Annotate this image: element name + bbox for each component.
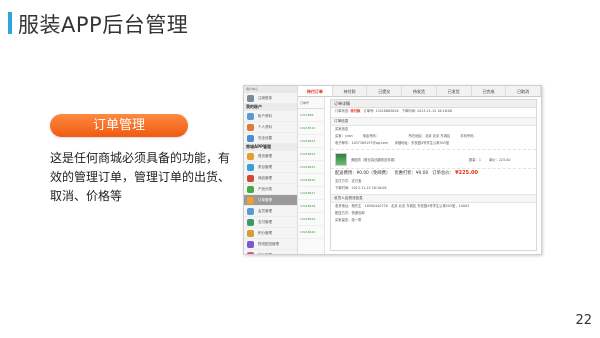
order-management-pill: 订单管理 bbox=[50, 114, 188, 137]
sidebar-item[interactable]: 帐户资料 bbox=[244, 111, 297, 122]
sidebar-item-label: 统计报表 bbox=[258, 252, 272, 255]
product-name: 美图衣（蕾丝真丝翻领连衣裙） bbox=[351, 157, 398, 162]
sidebar-item[interactable]: 商品管理 bbox=[244, 173, 297, 184]
receiver-line: 收货地址：杨先生 18500440778 北京 北京 东城区 东校园4号学生公寓… bbox=[335, 204, 470, 208]
order-status-line: 订单状态: 待付款 订单号: 13218863826 下单时间: 2013-11… bbox=[335, 109, 453, 113]
sidebar-item-label: 注销登录 bbox=[258, 95, 272, 100]
buyer-line: 买家：yxsh 电话号码： 所在地区：北京 北京 东城区 手机号码： bbox=[335, 134, 477, 138]
sidebar-item[interactable]: 产品分类 bbox=[244, 184, 297, 195]
order-row[interactable]: 1311868 bbox=[298, 109, 324, 122]
sidebar-item-label: 支付管理 bbox=[258, 219, 272, 224]
user-icon bbox=[247, 112, 254, 120]
sidebar-item-label: 我的账户 bbox=[246, 104, 262, 109]
avatar-icon bbox=[247, 94, 254, 102]
page-number: 22 bbox=[575, 313, 592, 328]
tab-1[interactable]: 待付款 bbox=[333, 86, 368, 96]
payment-line: 支付方式：支付宝 bbox=[335, 179, 362, 183]
product-thumbnail bbox=[335, 152, 347, 166]
sidebar-item-label: 安全设置 bbox=[258, 135, 272, 140]
order-total: ¥225.00 bbox=[455, 170, 478, 176]
order-row[interactable]: 13218617 bbox=[298, 187, 324, 200]
description: 这是任何商城必须具备的功能，有 效的管理订单，管理订单的出货、 取消、价格等 bbox=[50, 149, 235, 206]
sidebar-item-label: 商品管理 bbox=[258, 175, 272, 180]
tab-0[interactable]: 待付订单 bbox=[298, 86, 333, 96]
tab-6[interactable]: 已取消 bbox=[506, 86, 541, 96]
tag-icon bbox=[247, 185, 254, 193]
lock-icon bbox=[247, 134, 254, 142]
order-detail-title: 订单详情 bbox=[331, 100, 536, 108]
member-icon bbox=[247, 207, 254, 215]
sidebar-item[interactable]: 统计报表 bbox=[244, 250, 297, 255]
profile-icon bbox=[247, 123, 254, 131]
sidebar-item-label: 类目管理 bbox=[258, 164, 272, 169]
sidebar-item[interactable]: 注销登录 bbox=[244, 93, 297, 104]
sidebar-item-label: 个人资料 bbox=[258, 124, 272, 129]
sidebar-item[interactable]: 个人资料 bbox=[244, 122, 297, 133]
description-line: 这是任何商城必须具备的功能，有 bbox=[50, 151, 231, 165]
sidebar-item[interactable]: 物流配送管理 bbox=[244, 239, 297, 250]
order-icon bbox=[247, 196, 254, 204]
category-icon bbox=[247, 163, 254, 171]
sidebar-item[interactable]: 安全设置 bbox=[244, 133, 297, 144]
payment-line: 下单时间：2013-11-15 16:16:08 bbox=[335, 186, 387, 190]
order-row[interactable]: 13218614 bbox=[298, 148, 324, 161]
sidebar-item[interactable]: 首页管理 bbox=[244, 151, 297, 162]
sidebar-section: 商城APP管理 bbox=[244, 144, 297, 151]
order-row[interactable]: 13218615 bbox=[298, 161, 324, 174]
receiver-line: 配送方式：快递包邮 bbox=[335, 211, 365, 215]
sidebar-item[interactable]: 会员管理 bbox=[244, 206, 297, 217]
order-row[interactable]: 13218512 bbox=[298, 122, 324, 135]
payment-icon bbox=[247, 218, 254, 226]
tab-5[interactable]: 已完成 bbox=[472, 86, 507, 96]
tab-2[interactable]: 已提交 bbox=[367, 86, 403, 96]
order-row[interactable]: 13218620 bbox=[298, 226, 324, 239]
sidebar-top: 用户中心 bbox=[244, 86, 297, 93]
sidebar-item-label: 订单管理 bbox=[258, 197, 272, 202]
order-row[interactable]: 13218616 bbox=[298, 174, 324, 187]
sidebar-item-label: 会员管理 bbox=[258, 208, 272, 213]
slide-title: 服装APP后台管理 bbox=[18, 13, 189, 37]
points-icon bbox=[247, 229, 254, 237]
order-list: 订单号 1311868 13218512 13218613 13218614 13218… bbox=[298, 86, 325, 254]
sidebar-item-label: 首页管理 bbox=[258, 153, 272, 158]
admin-sidebar: 用户中心 注销登录我的账户帐户资料个人资料安全设置商城APP管理首页管理类目管理… bbox=[244, 86, 298, 255]
buyer-line: 电子邮件：1037369197@qq.com 详细地址：东校园4号学生公寓503… bbox=[335, 141, 450, 145]
sidebar-item[interactable]: 支付管理 bbox=[244, 217, 297, 228]
order-list-header: 订单号 bbox=[298, 97, 324, 109]
sidebar-item-label: 积分管理 bbox=[258, 230, 272, 235]
sidebar-item-label: 商城APP管理 bbox=[246, 144, 271, 149]
tab-3[interactable]: 待发货 bbox=[402, 86, 437, 96]
sidebar-item[interactable]: 积分管理 bbox=[244, 228, 297, 239]
order-info-section: 订单信息 bbox=[331, 117, 536, 126]
description-line: 效的管理订单，管理订单的出货、 bbox=[50, 170, 231, 184]
product-qty: 数量：1 bbox=[469, 157, 481, 162]
admin-screenshot: 用户中心 注销登录我的账户帐户资料个人资料安全设置商城APP管理首页管理类目管理… bbox=[243, 85, 542, 255]
receiver-section: 收货人及物流信息 bbox=[331, 194, 536, 203]
title-accent-bar bbox=[8, 12, 12, 34]
order-row[interactable]: 13218613 bbox=[298, 135, 324, 148]
sidebar-item-label: 物流配送管理 bbox=[258, 241, 279, 246]
chart-icon bbox=[247, 251, 254, 254]
order-status-tabs: 待付订单 待付款 已提交 待发货 已发货 已完成 已取消 bbox=[298, 86, 541, 97]
tab-4[interactable]: 已发货 bbox=[437, 86, 472, 96]
order-product: 美图衣（蕾丝真丝翻领连衣裙） 数量：1 单价：225.00 bbox=[331, 149, 536, 169]
sidebar-item-label: 帐户资料 bbox=[258, 113, 272, 118]
sidebar-item[interactable]: 类目管理 bbox=[244, 162, 297, 173]
sidebar-section: 我的账户 bbox=[244, 104, 297, 111]
price-summary: 配送费用：¥0.00（免邮费） 优惠打折：¥0.00 订单总价： ¥225.00 bbox=[335, 170, 478, 176]
order-row[interactable]: 13218618 bbox=[298, 200, 324, 213]
home-icon bbox=[247, 152, 254, 160]
order-row[interactable]: 13218619 bbox=[298, 213, 324, 226]
receiver-line: 买家留言：给一带 bbox=[335, 218, 362, 222]
product-price: 单价：225.00 bbox=[489, 157, 511, 162]
description-line: 取消、价格等 bbox=[50, 189, 123, 203]
sidebar-item[interactable]: 订单管理 bbox=[244, 195, 297, 206]
buyer-name: 买家信息 bbox=[335, 127, 349, 131]
sidebar-item-label: 产品分类 bbox=[258, 186, 272, 191]
goods-icon bbox=[247, 174, 254, 182]
delivery-icon bbox=[247, 240, 254, 248]
order-detail-panel: 订单详情 订单状态: 待付款 订单号: 13218863826 下单时间: 20… bbox=[330, 99, 537, 251]
